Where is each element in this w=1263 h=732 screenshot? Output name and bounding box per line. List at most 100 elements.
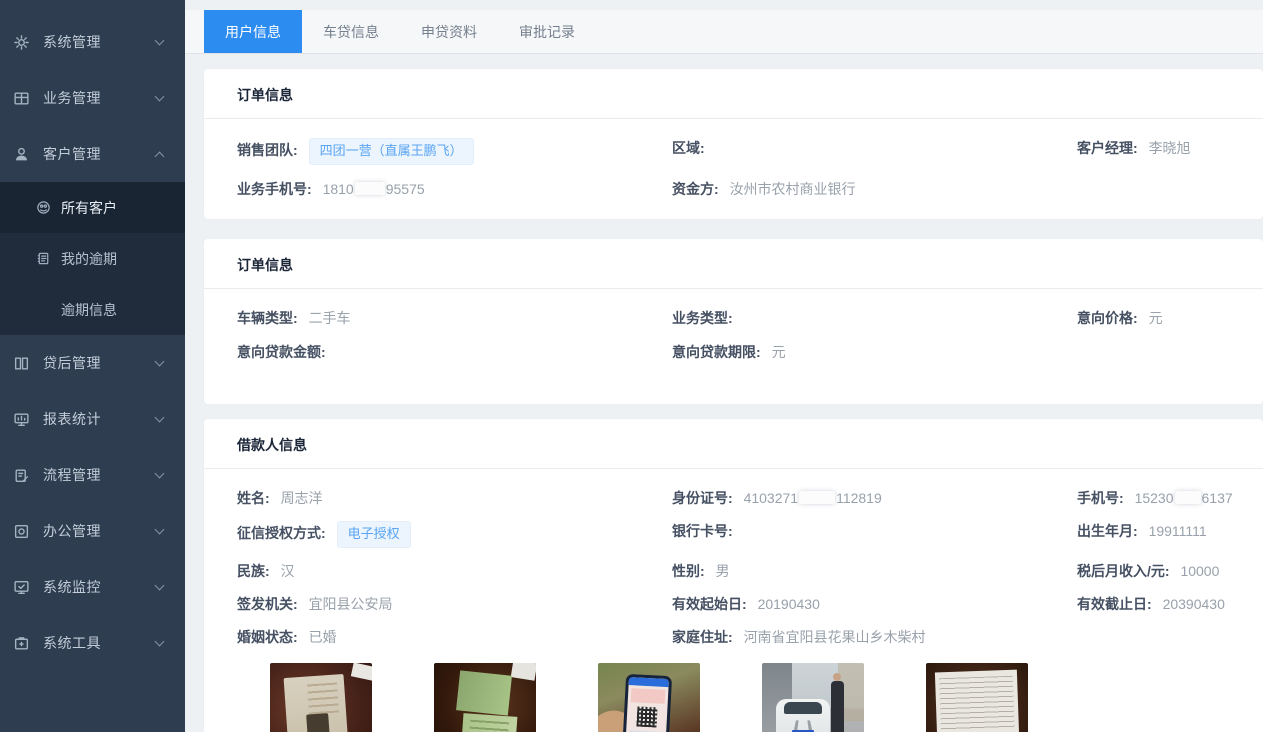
field-business-type: 业务类型:: [672, 308, 1077, 328]
customer-management-submenu: 所有客户 我的逾期 逾期信息: [0, 182, 185, 335]
field-marital-status: 婚姻状态: 已婚: [237, 627, 672, 647]
toolbox-icon: [13, 635, 30, 652]
field-account-manager: 客户经理: 李晓旭: [1077, 138, 1253, 165]
photo-credit-auth[interactable]: 征信授权: [598, 663, 700, 732]
chevron-down-icon: [155, 581, 165, 591]
field-empty: [1077, 179, 1253, 199]
field-valid-until: 有效截止日: 20390430: [1077, 594, 1253, 614]
chevron-down-icon: [155, 469, 165, 479]
redaction-mask: [799, 491, 835, 504]
photo-person-with-car[interactable]: 人车照: [762, 663, 864, 732]
sidebar-item-system-management[interactable]: 系统管理: [0, 14, 185, 70]
clipboard-edit-icon: [13, 467, 30, 484]
order-info-card-1: 订单信息 销售团队: 四团一营（直属王鹏飞） 区域: 客户经理: 李晓旭 业务手…: [204, 69, 1263, 219]
sales-team-tag[interactable]: 四团一营（直属王鹏飞）: [309, 138, 474, 165]
sidebar-item-label: 逾期信息: [61, 300, 117, 320]
credit-auth-phone-thumbnail: [598, 663, 700, 732]
field-empty: [1077, 342, 1253, 362]
monitor-check-icon: [13, 579, 30, 596]
household-register-thumbnail: [434, 663, 536, 732]
notebook-icon: [35, 251, 51, 267]
card-title: 订单信息: [204, 69, 1263, 119]
sidebar-item-system-tools[interactable]: 系统工具: [0, 615, 185, 671]
sidebar-item-label: 办公管理: [43, 521, 156, 541]
chevron-down-icon: [155, 92, 165, 102]
sidebar-item-process-management[interactable]: 流程管理: [0, 447, 185, 503]
office-icon: [13, 523, 30, 540]
order-info-fields-2: 车辆类型: 二手车 业务类型: 意向价格: 元 意向贷款金额: 意向贷款期限: …: [204, 289, 1263, 404]
field-home-address: 家庭住址: 河南省宜阳县花果山乡木柴村: [672, 627, 1077, 647]
field-intended-loan-amount: 意向贷款金额:: [237, 342, 672, 362]
field-monthly-income: 税后月收入/元: 10000: [1077, 561, 1253, 581]
sidebar-item-system-monitor[interactable]: 系统监控: [0, 559, 185, 615]
chevron-up-icon: [155, 151, 165, 161]
sidebar-item-office-management[interactable]: 办公管理: [0, 503, 185, 559]
chevron-down-icon: [155, 357, 165, 367]
redaction-mask: [355, 182, 385, 195]
peoples-icon: [35, 200, 51, 216]
field-sales-team: 销售团队: 四团一营（直属王鹏飞）: [237, 138, 672, 165]
sidebar-item-label: 系统工具: [43, 633, 156, 653]
sidebar: 系统管理 业务管理 客户管理 所有客户 我的逾期 逾期信息: [0, 0, 185, 732]
monitor-icon: [13, 411, 30, 428]
sidebar-item-overdue-info[interactable]: 逾期信息: [0, 284, 185, 335]
photo-id-card[interactable]: 身份证: [270, 663, 372, 732]
grid-icon: [13, 90, 30, 107]
e-auth-tag[interactable]: 电子授权: [337, 521, 411, 548]
sidebar-item-label: 我的逾期: [61, 249, 117, 269]
tab-user-info[interactable]: 用户信息: [204, 10, 302, 53]
chevron-down-icon: [155, 413, 165, 423]
document-photo-thumbnail: [926, 663, 1028, 732]
field-region: 区域:: [672, 138, 1077, 165]
chevron-down-icon: [155, 637, 165, 647]
sidebar-item-business-management[interactable]: 业务管理: [0, 70, 185, 126]
field-ethnicity: 民族: 汉: [237, 561, 672, 581]
order-info-card-2: 订单信息 车辆类型: 二手车 业务类型: 意向价格: 元 意向贷款金额: 意向贷…: [204, 239, 1263, 404]
id-card-photo-thumbnail: [270, 663, 372, 732]
chevron-down-icon: [155, 36, 165, 46]
field-business-phone: 业务手机号: 181095575: [237, 179, 672, 199]
chevron-down-icon: [155, 525, 165, 535]
sidebar-item-postloan-management[interactable]: 贷后管理: [0, 335, 185, 391]
field-birth-date: 出生年月: 19911111: [1077, 521, 1253, 548]
card-title: 借款人信息: [204, 419, 1263, 469]
sidebar-item-label: 贷后管理: [43, 353, 156, 373]
photo-household-register[interactable]: 户口本照片: [434, 663, 536, 732]
card-title: 订单信息: [204, 239, 1263, 289]
redaction-mask: [1175, 491, 1201, 504]
field-id-number: 身份证号: 4103271112819: [672, 488, 1077, 508]
borrower-photos: 身份证 户口本照片 征信授权: [204, 661, 1263, 732]
person-car-thumbnail: [762, 663, 864, 732]
sidebar-item-label: 系统监控: [43, 577, 156, 597]
field-issuing-authority: 签发机关: 宜阳县公安局: [237, 594, 672, 614]
field-vehicle-type: 车辆类型: 二手车: [237, 308, 672, 328]
field-intended-price: 意向价格: 元: [1077, 308, 1253, 328]
field-mobile-phone: 手机号: 152306137: [1077, 488, 1253, 508]
field-valid-from: 有效起始日: 20190430: [672, 594, 1077, 614]
main-content: 用户信息 车贷信息 申贷资料 审批记录 订单信息 销售团队: 四团一营（直属王鹏…: [185, 0, 1263, 732]
sidebar-item-report-statistics[interactable]: 报表统计: [0, 391, 185, 447]
sidebar-item-all-customers[interactable]: 所有客户: [0, 182, 185, 233]
tab-car-loan-info[interactable]: 车贷信息: [302, 10, 400, 53]
sidebar-item-label: 客户管理: [43, 144, 156, 164]
gear-icon: [13, 34, 30, 51]
sidebar-item-label: 业务管理: [43, 88, 156, 108]
photo-other-materials[interactable]: 其他材料: [926, 663, 1028, 732]
sidebar-item-label: 流程管理: [43, 465, 156, 485]
sidebar-item-my-overdue[interactable]: 我的逾期: [0, 233, 185, 284]
field-funder: 资金方: 汝州市农村商业银行: [672, 179, 1077, 199]
sidebar-item-customer-management[interactable]: 客户管理: [0, 126, 185, 182]
user-icon: [13, 146, 30, 163]
field-name: 姓名: 周志洋: [237, 488, 672, 508]
tab-loan-application-docs[interactable]: 申贷资料: [400, 10, 498, 53]
open-book-icon: [13, 355, 30, 372]
tab-approval-records[interactable]: 审批记录: [498, 10, 596, 53]
order-info-fields: 销售团队: 四团一营（直属王鹏飞） 区域: 客户经理: 李晓旭 业务手机号: 1…: [204, 119, 1263, 219]
field-empty: [1077, 627, 1253, 647]
sidebar-item-label: 系统管理: [43, 32, 156, 52]
field-bank-card: 银行卡号:: [672, 521, 1077, 548]
sidebar-item-label: 所有客户: [61, 198, 117, 218]
field-intended-loan-term: 意向贷款期限: 元: [672, 342, 1077, 362]
field-credit-auth-method: 征信授权方式: 电子授权: [237, 521, 672, 548]
sidebar-item-label: 报表统计: [43, 409, 156, 429]
